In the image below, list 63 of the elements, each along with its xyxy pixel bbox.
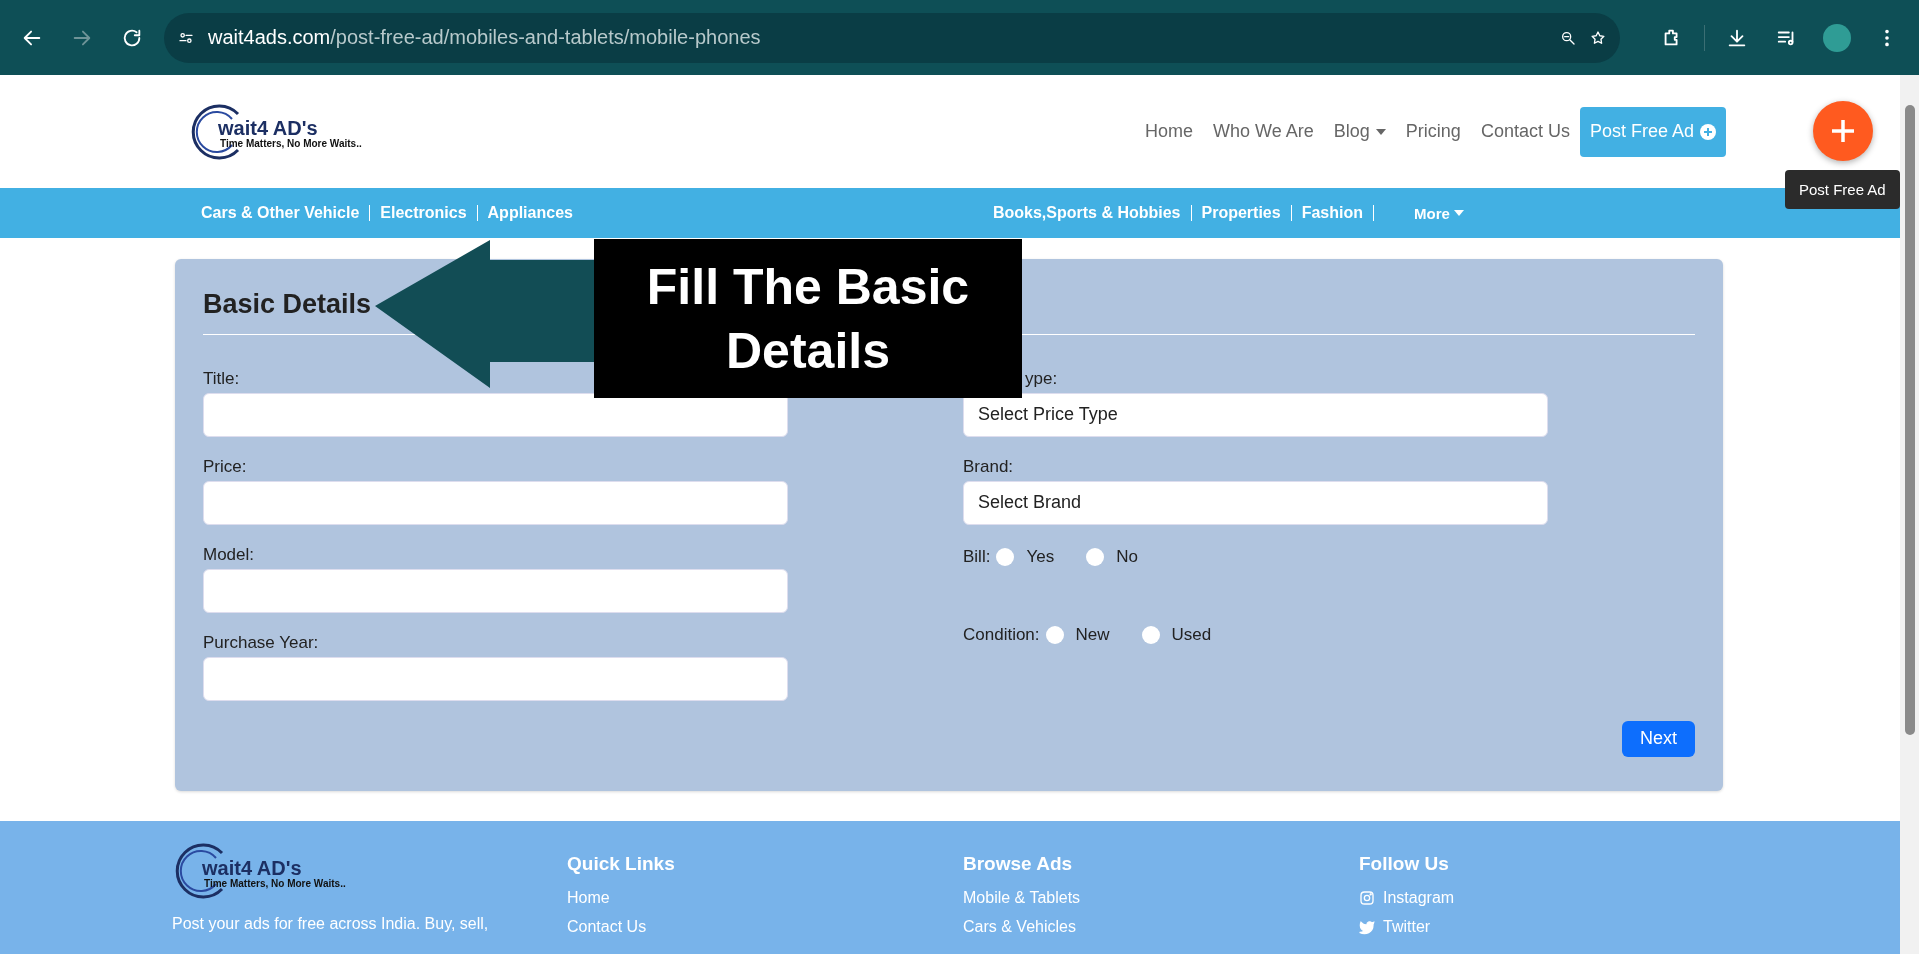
nav-link[interactable]: Pricing: [1395, 121, 1471, 142]
bookmark-star-icon[interactable]: [1590, 29, 1606, 46]
field-label: ype:: [1024, 368, 1059, 389]
radio-label: Used: [1171, 624, 1212, 645]
profile-avatar[interactable]: [1823, 23, 1851, 52]
category-link[interactable]: Books,Sports & Hobbies: [982, 205, 1192, 221]
zoom-icon[interactable]: [1560, 29, 1576, 46]
footer-link[interactable]: Cars & Vehicles: [963, 918, 1359, 936]
field-label: Price:: [203, 456, 248, 477]
nav-link[interactable]: Blog: [1323, 121, 1396, 142]
field-label: Model:: [203, 544, 256, 565]
twitter-icon: [1359, 919, 1375, 935]
radio-button[interactable]: [1141, 625, 1160, 644]
footer-heading: Quick Links: [567, 853, 676, 875]
radio-label: Yes: [1026, 546, 1055, 567]
footer-heading: Browse Ads: [963, 853, 1074, 875]
next-button[interactable]: Next: [1622, 720, 1695, 757]
radio-button[interactable]: [1045, 625, 1064, 644]
caret-icon: [1453, 210, 1464, 216]
add-button[interactable]: [1813, 101, 1873, 161]
select-field[interactable]: Select Brand: [963, 480, 1548, 525]
radio-label: No: [1116, 546, 1138, 567]
radio-button[interactable]: [996, 547, 1015, 566]
input-field[interactable]: [203, 480, 788, 525]
select-field[interactable]: Select Price Type: [963, 392, 1548, 437]
category-link[interactable]: Appliances: [477, 204, 583, 222]
logo-tagline: Time Matters, No More Waits..: [204, 877, 346, 889]
category-link[interactable]: Electronics: [370, 205, 478, 221]
field-label: Brand:: [963, 456, 1015, 477]
field-label: Title:: [203, 368, 241, 389]
footer-link[interactable]: Instagram: [1359, 889, 1755, 907]
field-label: Purchase Year:: [203, 632, 320, 653]
category-link[interactable]: Cars & Other Vehicle: [201, 205, 371, 221]
tooltip: Post Free Ad: [1785, 170, 1900, 209]
logo-tagline: Time Matters, No More Waits..: [220, 138, 362, 149]
plus-icon: [1700, 123, 1716, 140]
plus-icon: [1830, 118, 1856, 144]
nav-link[interactable]: Who We Are: [1203, 121, 1324, 142]
radio-button[interactable]: [1086, 547, 1105, 566]
category-link[interactable]: Fashion: [1291, 205, 1374, 221]
field-label: Condition:: [963, 624, 1040, 645]
field-label: Bill:: [963, 546, 991, 567]
category-link[interactable]: More: [1404, 204, 1474, 222]
callout-text: Fill The Basic Details: [594, 239, 1022, 398]
footer-link[interactable]: Home: [567, 889, 963, 907]
caret-icon: [1375, 128, 1386, 135]
instagram-icon: [1359, 890, 1375, 906]
input-field[interactable]: [203, 392, 788, 437]
post-ad-button[interactable]: Post Free Ad: [1579, 106, 1726, 157]
logo-name: wait4 AD's: [218, 118, 319, 138]
footer-link[interactable]: Twitter: [1359, 918, 1755, 936]
form-title: Basic Details: [203, 289, 373, 320]
footer-link[interactable]: Contact Us: [567, 918, 963, 936]
category-link[interactable]: Properties: [1191, 205, 1292, 221]
footer-heading: Follow Us: [1359, 853, 1450, 875]
logo-name: wait4 AD's: [202, 857, 303, 878]
footer-link[interactable]: Mobile & Tablets: [963, 889, 1359, 907]
footer-about-text: Post your ads for free across India. Buy, sell,: [172, 915, 490, 933]
input-field[interactable]: [203, 656, 788, 701]
nav-link[interactable]: Contact Us: [1470, 121, 1580, 142]
radio-label: New: [1075, 624, 1110, 645]
nav-link[interactable]: Home: [1135, 121, 1204, 142]
input-field[interactable]: [203, 568, 788, 613]
